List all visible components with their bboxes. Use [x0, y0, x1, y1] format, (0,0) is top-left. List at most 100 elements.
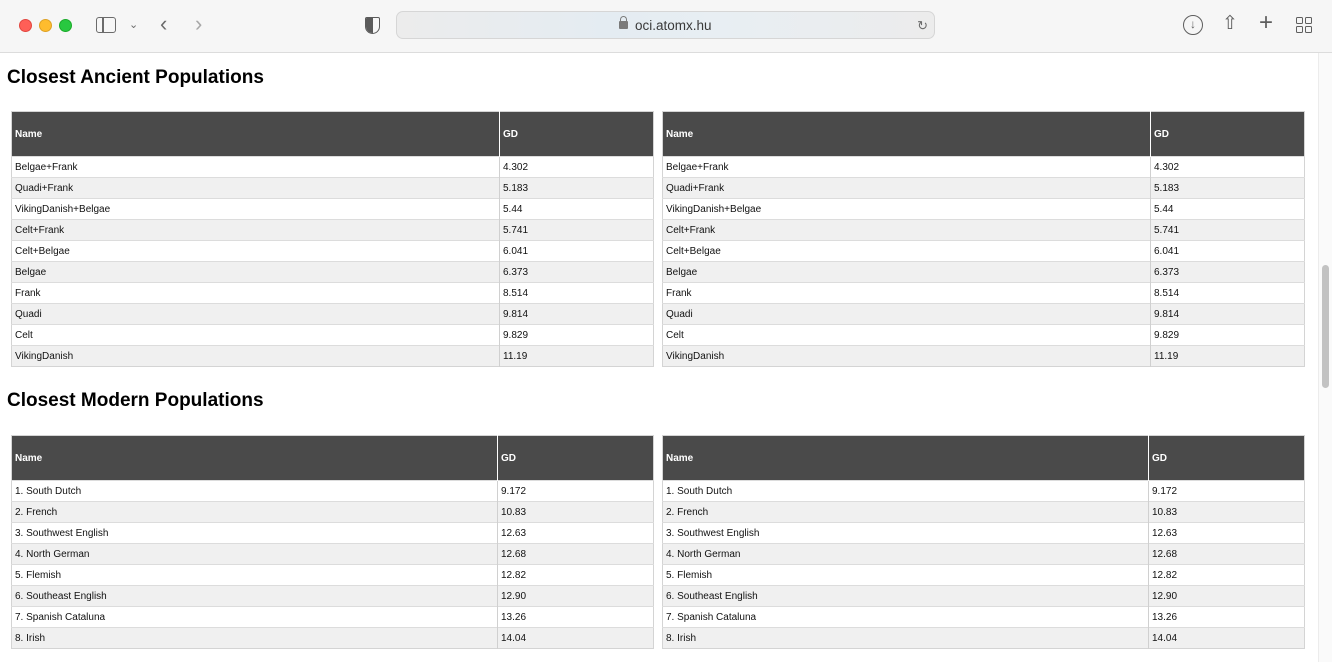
ancient-section-title: Closest Ancient Populations	[7, 67, 264, 88]
gd-value-cell: 10.83	[1148, 501, 1305, 523]
population-name-cell: Belgae+Frank	[662, 156, 1151, 178]
column-header-name: Name	[662, 111, 1151, 157]
population-name-cell: 1. South Dutch	[662, 480, 1149, 502]
scrollbar-thumb[interactable]	[1322, 265, 1329, 388]
gd-value-cell: 10.83	[497, 501, 654, 523]
table-row: VikingDanish+Belgae 5.44	[11, 198, 654, 220]
population-name-cell: 5. Flemish	[11, 564, 498, 586]
share-icon[interactable]: ⇧	[1222, 12, 1238, 35]
close-window-button[interactable]	[19, 19, 32, 32]
gd-value-cell: 12.63	[1148, 522, 1305, 544]
gd-value-cell: 13.26	[1148, 606, 1305, 628]
population-name-cell: VikingDanish	[11, 345, 500, 367]
url-text[interactable]: oci.atomx.hu	[635, 18, 712, 33]
ancient-table-right: Name GD Belgae+Frank 4.302 Quadi+Frank 5.18…	[662, 111, 1305, 367]
plus-icon[interactable]: +	[1259, 11, 1273, 35]
minimize-window-button[interactable]	[39, 19, 52, 32]
table-row: Frank 8.514	[662, 282, 1305, 304]
population-name-cell: 6. Southeast English	[662, 585, 1149, 607]
gd-value-cell: 9.172	[1148, 480, 1305, 502]
table-row: 5. Flemish 12.82	[662, 564, 1305, 586]
gd-value-cell: 13.26	[497, 606, 654, 628]
population-name-cell: Quadi+Frank	[11, 177, 500, 199]
table-row: Celt 9.829	[662, 324, 1305, 346]
table-row: Quadi+Frank 5.183	[11, 177, 654, 199]
page-content: Closest Ancient Populations Name GD Belg…	[0, 53, 1332, 662]
population-name-cell: Quadi	[662, 303, 1151, 325]
gd-value-cell: 12.90	[1148, 585, 1305, 607]
lock-icon	[619, 16, 628, 29]
gd-value-cell: 5.44	[499, 198, 654, 220]
address-bar[interactable]: oci.atomx.hu ↻	[396, 11, 935, 39]
chevron-down-icon[interactable]: ⌄	[129, 18, 138, 31]
gd-value-cell: 9.172	[497, 480, 654, 502]
table-row: 3. Southwest English 12.63	[11, 522, 654, 544]
gd-value-cell: 4.302	[1150, 156, 1305, 178]
population-name-cell: Celt+Frank	[662, 219, 1151, 241]
modern-table-left: Name GD 1. South Dutch 9.172 2. French 10.8…	[11, 435, 654, 649]
gd-value-cell: 11.19	[499, 345, 654, 367]
gd-value-cell: 5.741	[499, 219, 654, 241]
table-row: Frank 8.514	[11, 282, 654, 304]
table-row: 8. Irish 14.04	[11, 627, 654, 649]
population-name-cell: Celt	[662, 324, 1151, 346]
table-row: 1. South Dutch 9.172	[662, 480, 1305, 502]
table-row: Celt 9.829	[11, 324, 654, 346]
gd-value-cell: 9.814	[499, 303, 654, 325]
zoom-window-button[interactable]	[59, 19, 72, 32]
table-row: 4. North German 12.68	[11, 543, 654, 565]
population-name-cell: 1. South Dutch	[11, 480, 498, 502]
table-row: 5. Flemish 12.82	[11, 564, 654, 586]
gd-value-cell: 9.814	[1150, 303, 1305, 325]
table-row: VikingDanish 11.19	[662, 345, 1305, 367]
table-row: 7. Spanish Cataluna 13.26	[662, 606, 1305, 628]
column-header-gd: GD	[497, 435, 654, 481]
chevron-right-icon[interactable]: ›	[195, 13, 202, 35]
column-header-name: Name	[11, 435, 498, 481]
table-row: VikingDanish+Belgae 5.44	[662, 198, 1305, 220]
population-name-cell: 7. Spanish Cataluna	[662, 606, 1149, 628]
gd-value-cell: 12.63	[497, 522, 654, 544]
population-name-cell: 8. Irish	[11, 627, 498, 649]
table-row: Quadi 9.814	[11, 303, 654, 325]
table-row: 8. Irish 14.04	[662, 627, 1305, 649]
download-icon[interactable]: ↓	[1183, 15, 1203, 35]
reload-icon[interactable]: ↻	[917, 18, 928, 34]
gd-value-cell: 6.373	[499, 261, 654, 283]
population-name-cell: Belgae+Frank	[11, 156, 500, 178]
table-header-row: Name GD	[662, 111, 1305, 157]
gd-value-cell: 12.68	[497, 543, 654, 565]
shield-icon[interactable]	[365, 17, 380, 34]
population-name-cell: 4. North German	[11, 543, 498, 565]
grid-icon[interactable]	[1296, 17, 1313, 34]
gd-value-cell: 4.302	[499, 156, 654, 178]
ancient-table-left: Name GD Belgae+Frank 4.302 Quadi+Frank 5.18…	[11, 111, 654, 367]
table-row: 2. French 10.83	[11, 501, 654, 523]
table-header-row: Name GD	[11, 111, 654, 157]
table-row: VikingDanish 11.19	[11, 345, 654, 367]
gd-value-cell: 9.829	[1150, 324, 1305, 346]
gd-value-cell: 6.041	[499, 240, 654, 262]
chevron-left-icon[interactable]: ‹	[160, 13, 167, 35]
population-name-cell: 4. North German	[662, 543, 1149, 565]
gd-value-cell: 5.183	[1150, 177, 1305, 199]
population-name-cell: 5. Flemish	[662, 564, 1149, 586]
gd-value-cell: 6.041	[1150, 240, 1305, 262]
table-row: Celt+Belgae 6.041	[662, 240, 1305, 262]
gd-value-cell: 8.514	[1150, 282, 1305, 304]
population-name-cell: VikingDanish+Belgae	[11, 198, 500, 220]
population-name-cell: Celt	[11, 324, 500, 346]
population-name-cell: Frank	[662, 282, 1151, 304]
table-row: Belgae+Frank 4.302	[662, 156, 1305, 178]
population-name-cell: 7. Spanish Cataluna	[11, 606, 498, 628]
table-row: 6. Southeast English 12.90	[11, 585, 654, 607]
modern-section-title: Closest Modern Populations	[7, 390, 264, 411]
table-header-row: Name GD	[11, 435, 654, 481]
population-name-cell: 2. French	[662, 501, 1149, 523]
gd-value-cell: 5.44	[1150, 198, 1305, 220]
sidebar-icon[interactable]	[96, 17, 116, 33]
modern-table-right: Name GD 1. South Dutch 9.172 2. French 10.8…	[662, 435, 1305, 649]
population-name-cell: Belgae	[11, 261, 500, 283]
table-header-row: Name GD	[662, 435, 1305, 481]
browser-toolbar: ⌄ ‹ › oci.atomx.hu ↻ ↓ ⇧ +	[0, 0, 1332, 53]
